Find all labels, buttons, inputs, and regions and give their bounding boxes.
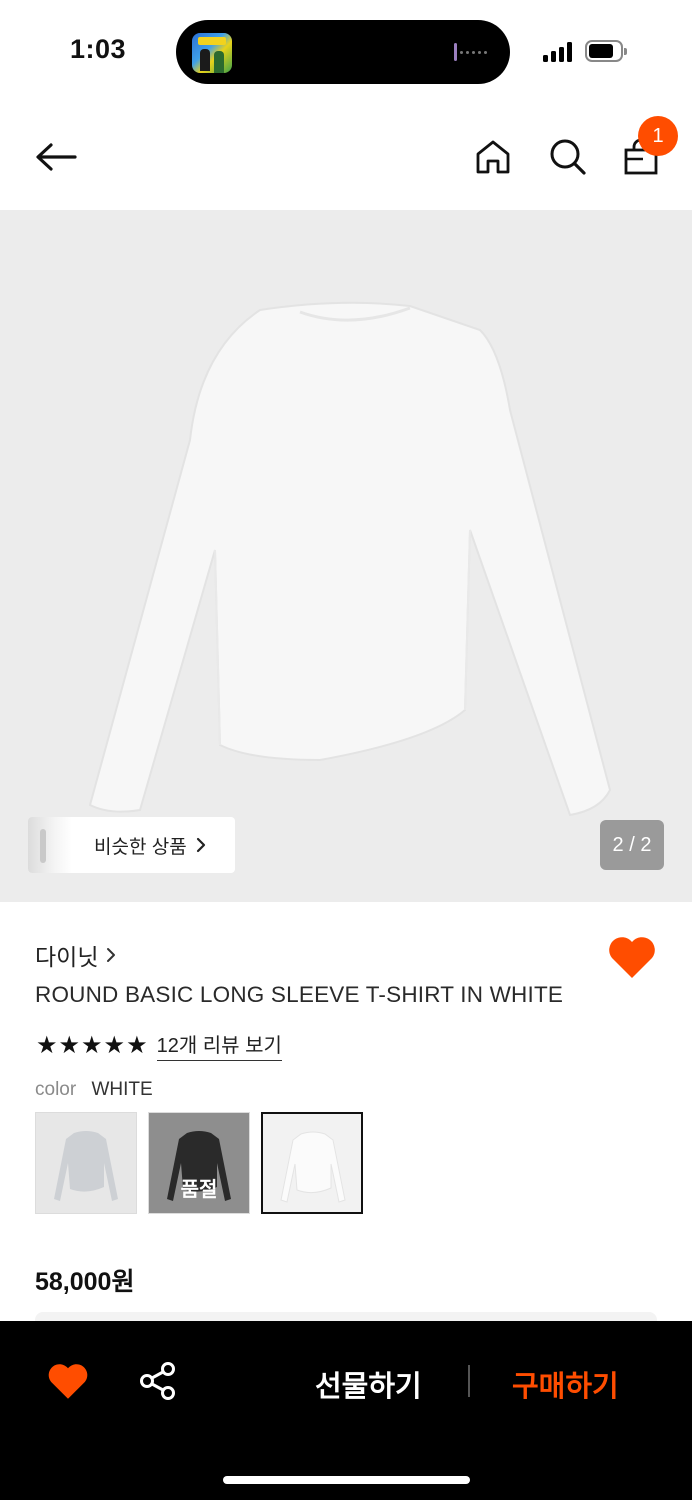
rating-row: ★ ★ ★ ★ ★ 12개 리뷰 보기 <box>36 1029 282 1061</box>
dynamic-island[interactable] <box>176 20 510 84</box>
status-time: 1:03 <box>70 34 127 64</box>
heart-icon <box>609 937 655 978</box>
similar-products-button[interactable]: 비슷한 상품 <box>28 817 235 873</box>
share-button[interactable] <box>138 1361 178 1401</box>
color-swatches: 품절 <box>35 1112 363 1214</box>
swatch-black[interactable]: 품절 <box>148 1112 250 1214</box>
product-title: ROUND BASIC LONG SLEEVE T-SHIRT IN WHITE <box>35 982 564 1007</box>
battery-icon <box>585 40 627 62</box>
star-icon: ★ <box>81 1031 103 1059</box>
status-bar: 1:03 <box>0 0 692 104</box>
bottom-action-bar: 선물하기 구매하기 <box>0 1321 692 1500</box>
color-value: WHITE <box>91 1079 153 1100</box>
gray-tshirt-thumbnail <box>54 1131 118 1201</box>
chevron-right-icon <box>195 836 207 854</box>
heart-icon <box>48 1364 88 1399</box>
top-navigation: 1 <box>0 104 692 210</box>
white-tshirt-thumbnail <box>280 1131 346 1203</box>
now-playing-artwork[interactable] <box>192 33 232 73</box>
buy-button[interactable]: 구매하기 <box>512 1363 619 1405</box>
gift-button[interactable]: 선물하기 <box>315 1363 422 1405</box>
home-button[interactable] <box>468 134 518 180</box>
similar-product-thumbnail <box>28 817 72 873</box>
arrow-left-icon <box>36 143 77 171</box>
audio-waveform-icon <box>454 42 494 62</box>
color-selection-label: color WHITE <box>35 1079 153 1101</box>
swatch-white-selected[interactable] <box>261 1112 363 1214</box>
rating-stars: ★ ★ ★ ★ ★ <box>36 1033 148 1057</box>
star-icon: ★ <box>126 1031 148 1059</box>
star-icon: ★ <box>36 1031 58 1059</box>
button-divider <box>468 1365 470 1397</box>
star-icon: ★ <box>103 1031 126 1059</box>
similar-products-label: 비슷한 상품 <box>94 836 187 858</box>
brand-link[interactable]: 다이닛 <box>35 938 116 972</box>
back-button[interactable] <box>26 134 86 180</box>
cart-count-badge: 1 <box>638 116 678 156</box>
home-indicator[interactable] <box>223 1476 470 1484</box>
soldout-label: 품절 <box>180 1179 218 1201</box>
cellular-signal-icon <box>543 40 572 62</box>
reviews-link[interactable]: 12개 리뷰 보기 <box>156 1029 282 1061</box>
bottom-wishlist-button[interactable] <box>46 1361 90 1401</box>
swatch-gray[interactable] <box>35 1112 137 1214</box>
share-icon <box>140 1362 175 1400</box>
image-page-counter: 2 / 2 <box>600 820 664 870</box>
search-button[interactable] <box>543 134 593 180</box>
color-label: color <box>35 1079 77 1100</box>
brand-name: 다이닛 <box>35 944 99 970</box>
product-price: 58,000원 <box>35 1268 135 1296</box>
product-image-gallery[interactable]: 비슷한 상품 2 / 2 <box>0 210 692 902</box>
home-icon <box>476 140 510 174</box>
chevron-right-icon <box>107 948 116 962</box>
product-photo <box>88 301 612 817</box>
star-icon: ★ <box>58 1031 81 1059</box>
wishlist-button[interactable] <box>606 934 658 980</box>
search-icon <box>550 139 586 175</box>
